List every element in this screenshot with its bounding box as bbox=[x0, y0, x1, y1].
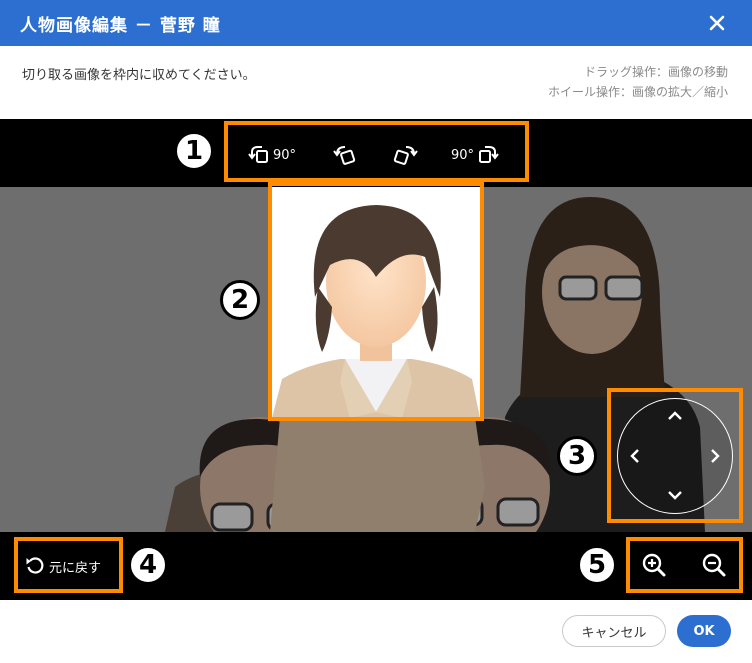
badge-5: 5 bbox=[577, 545, 617, 585]
dialog-title-bar: 人物画像編集 － 菅野 瞳 bbox=[0, 0, 752, 46]
hint-wheel: ホイール操作：画像の拡大／縮小 bbox=[547, 85, 728, 99]
cancel-button[interactable]: キャンセル bbox=[562, 615, 666, 647]
operation-hints: ドラッグ操作：画像の移動 ホイール操作：画像の拡大／縮小 bbox=[548, 62, 728, 102]
crop-frame[interactable] bbox=[268, 182, 484, 421]
highlight-reset-button bbox=[14, 537, 123, 593]
close-icon bbox=[709, 15, 725, 31]
highlight-pan-control bbox=[607, 388, 743, 523]
image-edit-dialog: 人物画像編集 － 菅野 瞳 切り取る画像を枠内に収めてください。 ドラッグ操作：… bbox=[0, 0, 752, 663]
badge-1: 1 bbox=[174, 131, 214, 171]
ok-button[interactable]: OK bbox=[677, 615, 731, 647]
dialog-title: 人物画像編集 － 菅野 瞳 bbox=[20, 16, 221, 36]
badge-4: 4 bbox=[128, 545, 168, 585]
highlight-rotation-tools bbox=[224, 121, 529, 182]
close-button[interactable] bbox=[702, 8, 732, 38]
badge-3: 3 bbox=[557, 436, 597, 476]
hint-drag: ドラッグ操作：画像の移動 bbox=[583, 65, 728, 79]
highlight-zoom-buttons bbox=[626, 537, 743, 593]
instruction-text: 切り取る画像を枠内に収めてください。 bbox=[22, 68, 256, 83]
badge-2: 2 bbox=[220, 280, 260, 320]
